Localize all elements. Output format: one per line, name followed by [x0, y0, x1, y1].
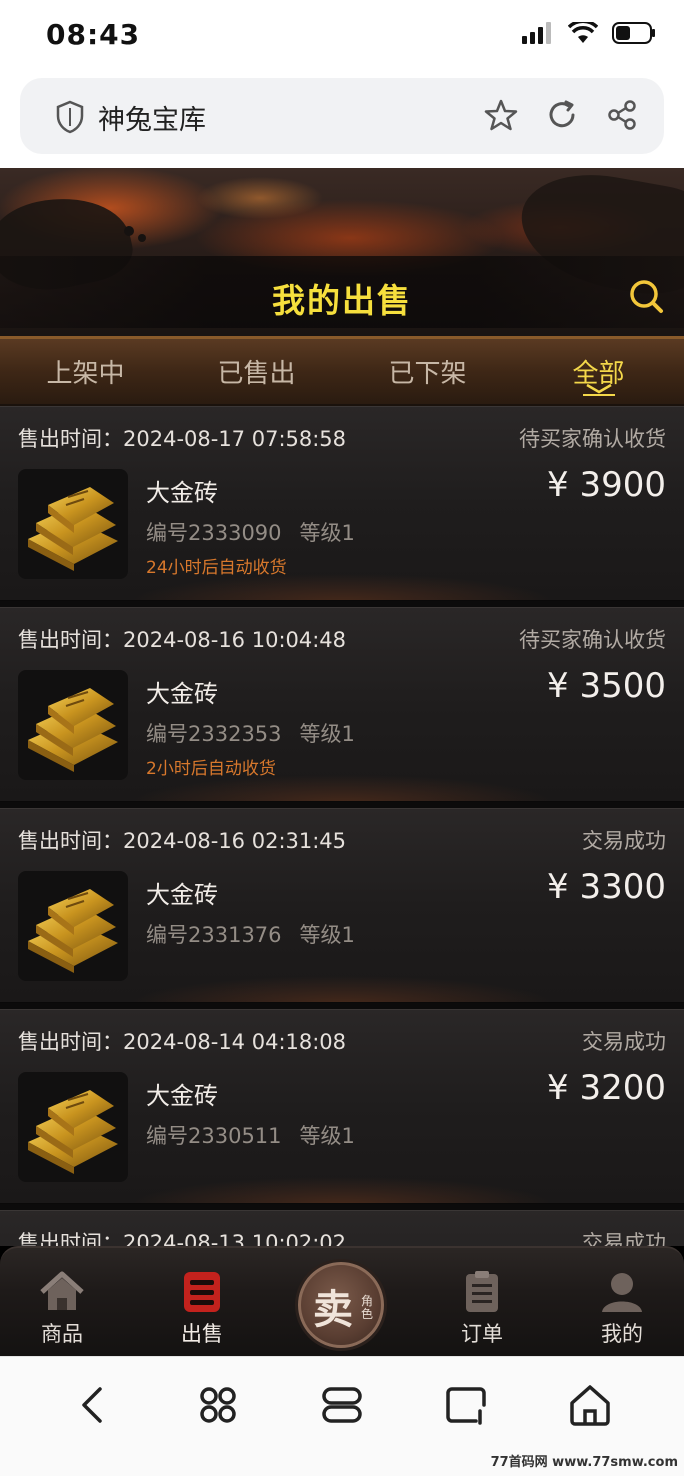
order-status: 待买家确认收货	[519, 427, 666, 451]
item-level: 等级1	[299, 521, 355, 545]
item-meta: 编号2332353 等级1	[146, 718, 355, 748]
nav-label: 我的	[601, 1322, 643, 1346]
item-meta: 编号2333090 等级1	[146, 517, 355, 547]
gold-bar-thumbnail	[18, 871, 128, 981]
item-price: ¥ 3300	[547, 867, 666, 907]
nav-label: 订单	[461, 1322, 503, 1346]
signal-icon	[522, 22, 551, 44]
gold-bars-icon	[28, 889, 118, 973]
url-actions	[484, 98, 638, 132]
gold-bars-icon	[28, 688, 118, 772]
sell-character-button[interactable]: 卖 角色	[298, 1262, 384, 1348]
item-meta: 编号2331376 等级1	[146, 919, 355, 949]
order-card[interactable]: 售出时间：2024-08-16 10:04:48 待买家确认收货 大金砖 ¥ 3…	[0, 607, 684, 802]
nav-orders[interactable]: 订单	[432, 1270, 532, 1348]
user-icon	[602, 1273, 642, 1312]
sell-main-label: 卖	[313, 1286, 353, 1333]
active-tab-indicator-icon	[582, 383, 615, 396]
nav-label: 商品	[41, 1322, 83, 1346]
home-icon[interactable]	[566, 1381, 614, 1429]
wifi-icon	[568, 22, 598, 43]
sold-time: 售出时间：2024-08-13 10:02:02	[18, 1231, 347, 1246]
banner-decoration	[138, 234, 146, 242]
nav-goods[interactable]: 商品	[12, 1270, 112, 1348]
item-level: 等级1	[299, 722, 355, 746]
tab-listed[interactable]: 上架中	[0, 339, 171, 404]
order-list: 售出时间：2024-08-17 07:58:58 待买家确认收货 大金砖 ¥ 3…	[0, 406, 684, 1246]
tab-label: 已售出	[217, 359, 296, 389]
sold-time: 售出时间：2024-08-17 07:58:58	[18, 427, 347, 451]
page-title-in-url: 神兔宝库	[98, 105, 206, 136]
gold-bar-thumbnail	[18, 670, 128, 780]
item-serial: 编号2331376	[146, 923, 282, 947]
item-serial: 编号2333090	[146, 521, 282, 545]
gold-bar-thumbnail	[18, 469, 128, 579]
order-status: 待买家确认收货	[519, 628, 666, 652]
item-name: 大金砖	[146, 479, 218, 507]
status-bar: 08:43	[0, 0, 684, 72]
item-price: ¥ 3900	[547, 465, 666, 505]
status-tabs: 上架中 已售出 已下架 全部	[0, 336, 684, 406]
tab-delisted[interactable]: 已下架	[342, 339, 513, 404]
clipboard-icon	[466, 1271, 498, 1312]
item-name: 大金砖	[146, 680, 218, 708]
battery-icon	[612, 22, 655, 44]
watermark: 77首码网 www.77smw.com	[490, 1455, 678, 1470]
banner-decoration	[124, 226, 134, 236]
order-card[interactable]: 售出时间：2024-08-13 10:02:02 交易成功	[0, 1210, 684, 1246]
nav-mine[interactable]: 我的	[572, 1270, 672, 1348]
order-card[interactable]: 售出时间：2024-08-16 02:31:45 交易成功 大金砖 ¥ 3300…	[0, 808, 684, 1003]
item-price: ¥ 3200	[547, 1068, 666, 1108]
tab-all[interactable]: 全部	[513, 339, 684, 404]
status-time: 08:43	[46, 18, 141, 51]
tabs-icon[interactable]	[318, 1381, 366, 1429]
nav-sell-orders[interactable]: 出售	[152, 1270, 252, 1348]
order-status: 交易成功	[582, 829, 666, 853]
item-serial: 编号2332353	[146, 722, 282, 746]
tab-label: 上架中	[46, 359, 125, 389]
bottom-nav: 商品 出售 卖 角色 订单 我的	[0, 1246, 684, 1356]
shield-icon	[56, 100, 84, 134]
share-icon[interactable]	[606, 99, 638, 131]
item-price: ¥ 3500	[547, 666, 666, 706]
sold-time: 售出时间：2024-08-16 02:31:45	[18, 829, 347, 853]
item-meta: 编号2330511 等级1	[146, 1120, 355, 1150]
back-icon[interactable]	[70, 1381, 118, 1429]
url-pill[interactable]: 神兔宝库	[20, 78, 664, 154]
star-icon[interactable]	[484, 98, 518, 132]
item-level: 等级1	[299, 923, 355, 947]
sold-time: 售出时间：2024-08-16 10:04:48	[18, 628, 347, 652]
header-banner: 我的出售	[0, 168, 684, 336]
gold-bars-icon	[28, 487, 118, 571]
order-status: 交易成功	[582, 1030, 666, 1054]
status-icons	[522, 22, 656, 44]
gold-bars-icon	[28, 1090, 118, 1174]
nav-label: 出售	[181, 1322, 223, 1346]
tab-label: 已下架	[388, 359, 467, 389]
command-icon[interactable]	[194, 1381, 242, 1429]
item-name: 大金砖	[146, 881, 218, 909]
search-icon[interactable]	[626, 276, 666, 316]
order-status: 交易成功	[582, 1231, 666, 1246]
page-title: 我的出售	[272, 281, 412, 320]
auto-receive-note: 24小时后自动收货	[146, 558, 287, 578]
browser-toolbar: 77首码网 www.77smw.com	[0, 1356, 684, 1476]
order-card[interactable]: 售出时间：2024-08-14 04:18:08 交易成功 大金砖 ¥ 3200…	[0, 1009, 684, 1204]
home-icon	[40, 1271, 84, 1310]
shop-icon	[184, 1272, 220, 1312]
item-level: 等级1	[299, 1124, 355, 1148]
window-count-icon[interactable]	[442, 1381, 490, 1429]
browser-address-bar: 神兔宝库	[0, 72, 684, 168]
auto-receive-note: 2小时后自动收货	[146, 759, 276, 779]
order-card[interactable]: 售出时间：2024-08-17 07:58:58 待买家确认收货 大金砖 ¥ 3…	[0, 406, 684, 601]
item-name: 大金砖	[146, 1082, 218, 1110]
sell-sub-label: 角色	[361, 1294, 374, 1321]
sold-time: 售出时间：2024-08-14 04:18:08	[18, 1030, 347, 1054]
refresh-icon[interactable]	[546, 99, 578, 131]
tab-sold[interactable]: 已售出	[171, 339, 342, 404]
gold-bar-thumbnail	[18, 1072, 128, 1182]
item-serial: 编号2330511	[146, 1124, 282, 1148]
